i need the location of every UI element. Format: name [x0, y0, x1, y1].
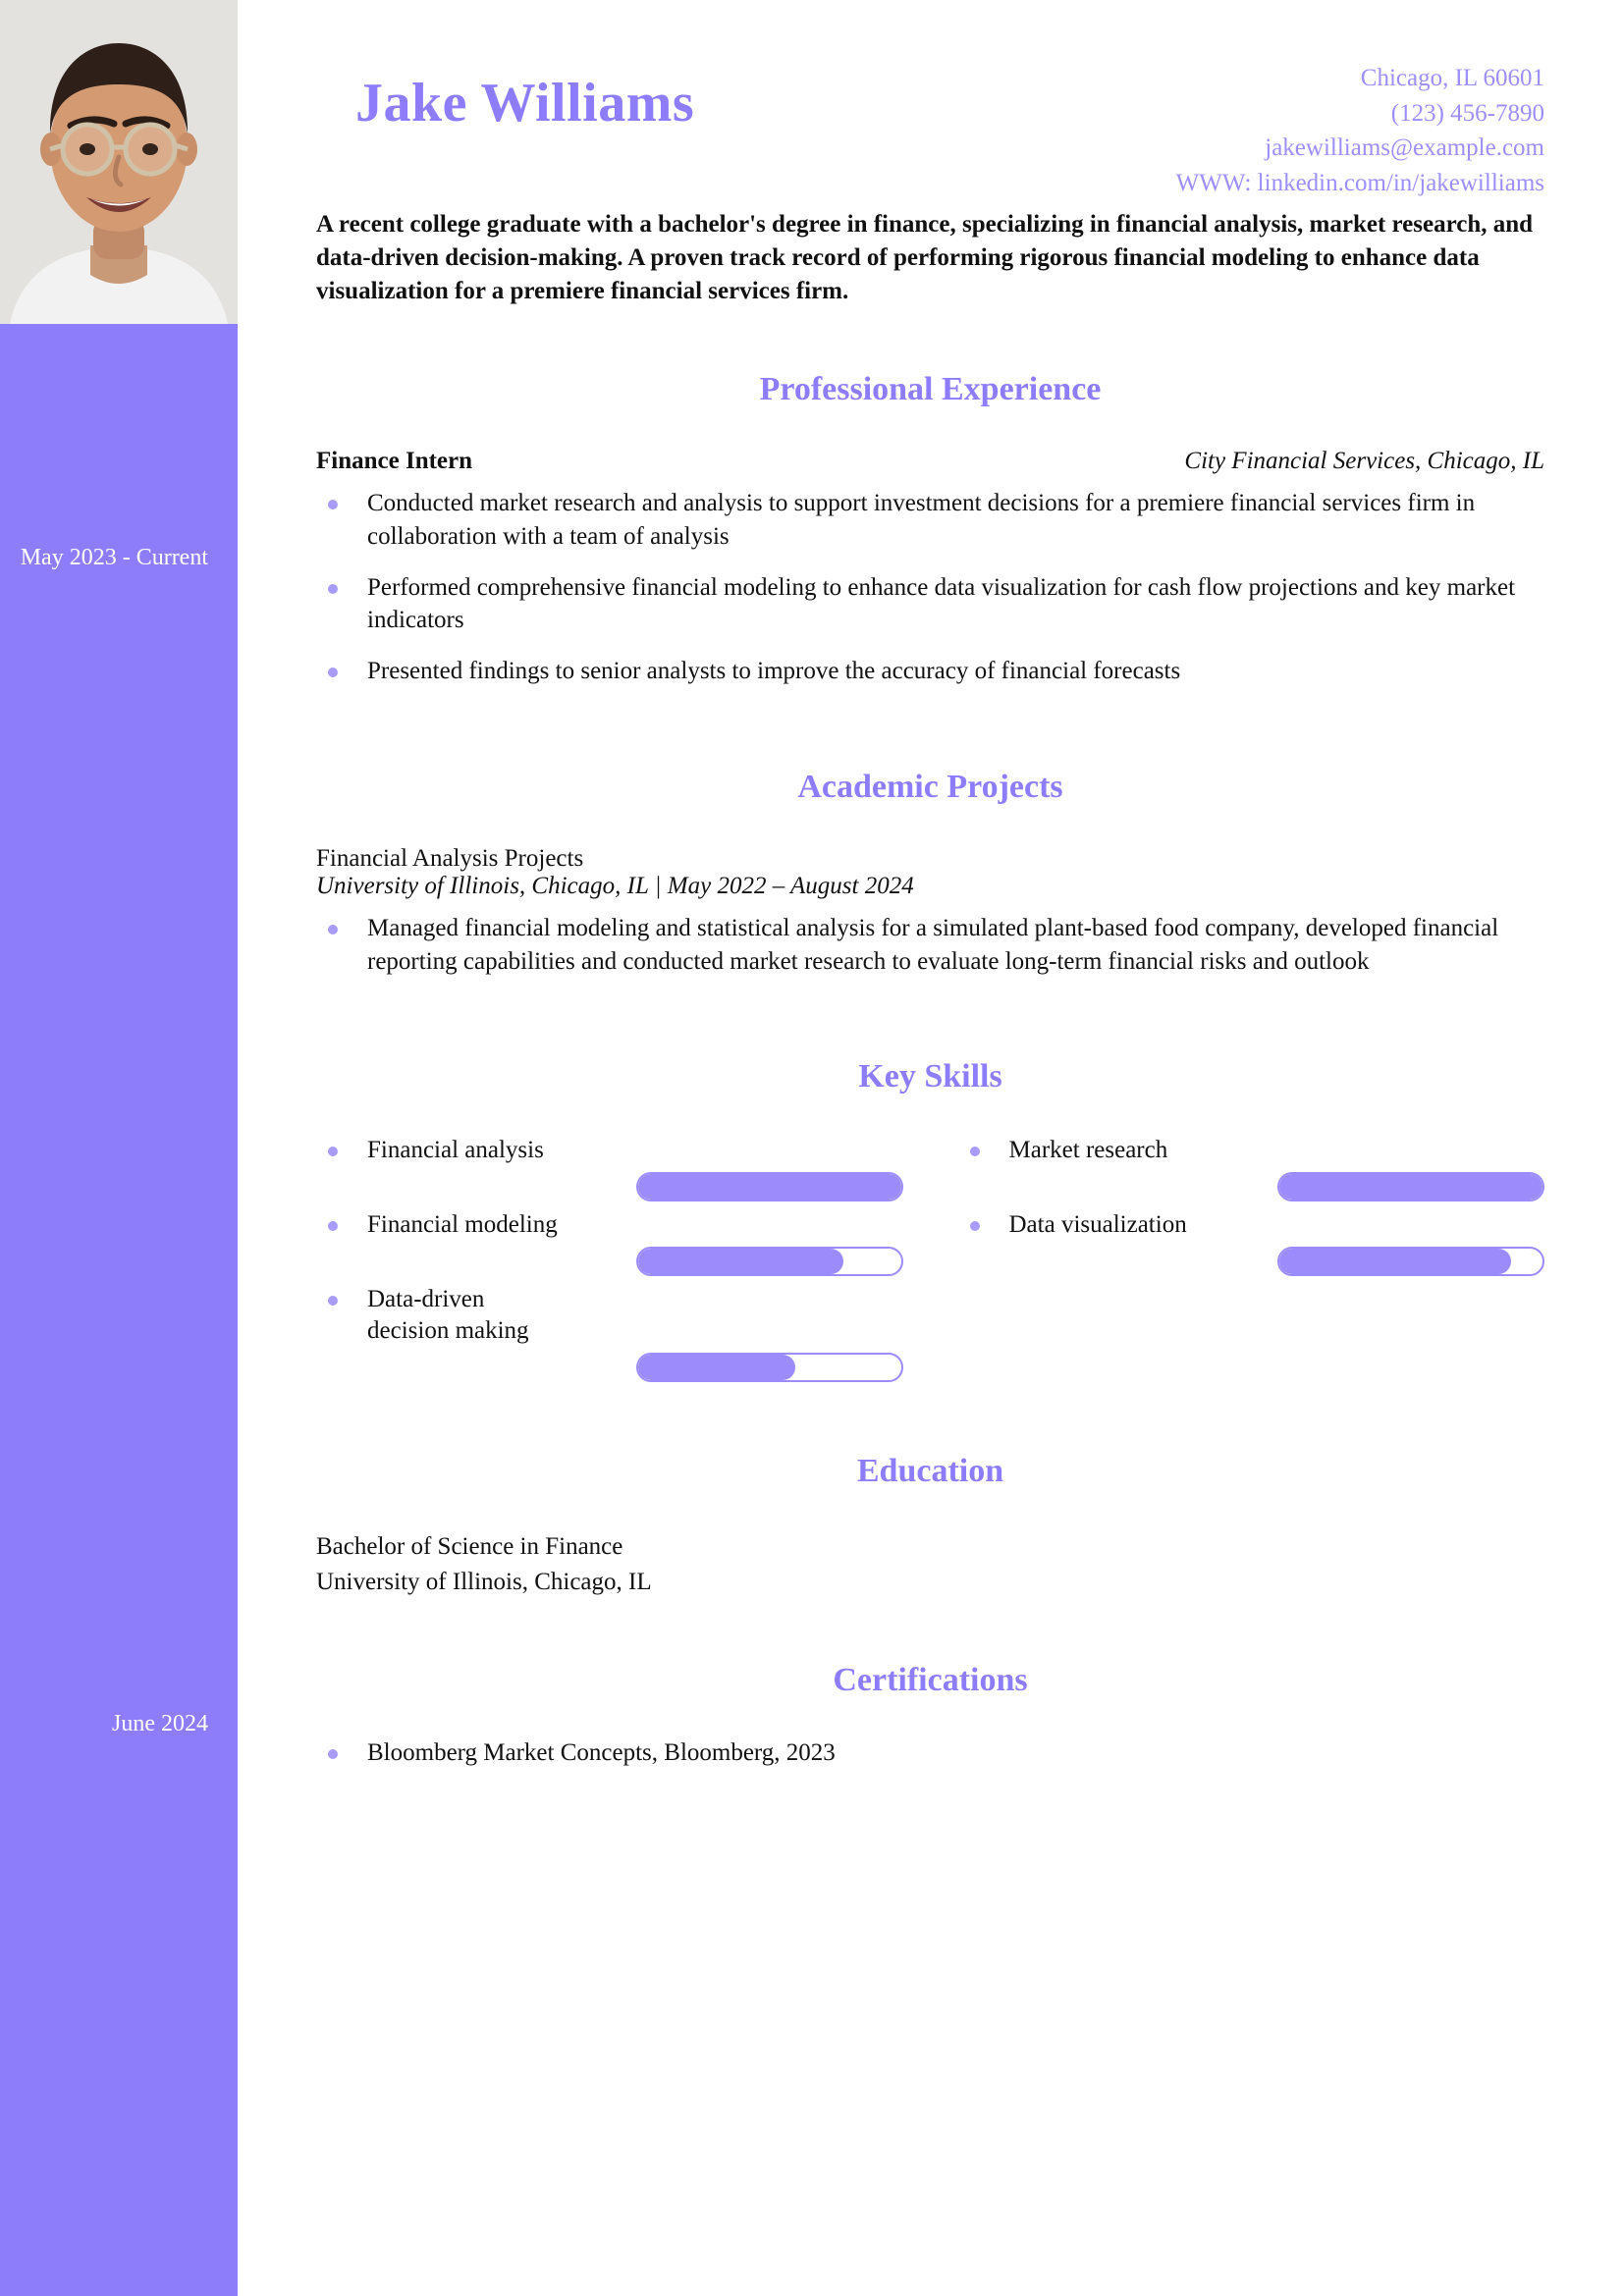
skill-level-bar — [635, 1353, 903, 1383]
job-title: Finance Intern — [316, 448, 473, 474]
list-item: Performed comprehensive financial modeli… — [316, 571, 1544, 638]
portrait-illustration — [0, 0, 238, 324]
skill-item: Data-driven decision making — [316, 1284, 903, 1383]
list-item: Conducted market research and analysis t… — [316, 487, 1544, 554]
resume-header: Jake Williams Chicago, IL 60601 (123) 45… — [316, 0, 1544, 206]
education-date: June 2024 — [112, 1711, 208, 1736]
skill-label: Data-driven decision making — [316, 1284, 571, 1347]
skill-label: Financial analysis — [316, 1135, 571, 1166]
section-title-key-skills: Key Skills — [858, 1058, 1002, 1095]
contact-phone[interactable]: (123) 456-7890 — [1176, 96, 1544, 132]
skill-level-fill — [1279, 1249, 1511, 1275]
job-company: City Financial Services, Chicago, IL — [1184, 448, 1544, 474]
sidebar-accent-bar — [0, 0, 238, 2296]
list-item: Bloomberg Market Concepts, Bloomberg, 20… — [316, 1736, 1544, 1770]
education-school: University of Illinois, Chicago, IL — [316, 1568, 652, 1595]
skill-item: Market research — [958, 1135, 1544, 1202]
skill-label: Market research — [958, 1135, 1214, 1166]
page-title: Jake Williams — [355, 73, 695, 133]
project-name: Financial Analysis Projects — [316, 844, 584, 872]
section-title-certifications: Certifications — [833, 1662, 1028, 1699]
skills-grid: Financial analysis Market research Finan… — [316, 1135, 1544, 1390]
profile-photo — [0, 0, 238, 324]
contact-email[interactable]: jakewilliams@example.com — [1176, 131, 1544, 166]
list-item: Managed financial modeling and statistic… — [316, 912, 1544, 979]
skill-item: Data visualization — [958, 1209, 1544, 1277]
section-title-experience: Professional Experience — [759, 371, 1102, 407]
contact-website[interactable]: WWW: linkedin.com/in/jakewilliams — [1176, 166, 1544, 201]
skill-level-bar — [635, 1172, 903, 1202]
academic-bullets: Managed financial modeling and statistic… — [316, 912, 1544, 979]
experience-entry-header: Finance Intern City Financial Services, … — [316, 448, 1544, 475]
skill-level-bar — [635, 1247, 903, 1277]
skill-level-bar — [1277, 1172, 1544, 1202]
experience-date: May 2023 - Current — [20, 545, 208, 570]
contact-location: Chicago, IL 60601 — [1360, 65, 1544, 91]
skill-level-fill — [637, 1249, 843, 1275]
skill-level-fill — [1279, 1174, 1542, 1201]
skill-label: Data visualization — [958, 1209, 1214, 1241]
list-item: Presented findings to senior analysts to… — [316, 655, 1544, 688]
education-degree: Bachelor of Science in Finance — [316, 1533, 623, 1561]
experience-bullets: Conducted market research and analysis t… — [316, 487, 1544, 688]
resume-main-column: Jake Williams Chicago, IL 60601 (123) 45… — [238, 0, 1623, 2296]
professional-summary: A recent college graduate with a bachelo… — [316, 211, 1534, 304]
certification-bullets: Bloomberg Market Concepts, Bloomberg, 20… — [316, 1736, 1544, 1770]
skill-level-bar — [1277, 1247, 1544, 1277]
section-title-academic-projects: Academic Projects — [797, 768, 1063, 805]
skill-item: Financial analysis — [316, 1135, 903, 1202]
skill-level-fill — [637, 1355, 796, 1381]
skill-label: Financial modeling — [316, 1209, 571, 1241]
skill-level-fill — [637, 1174, 901, 1201]
section-title-education: Education — [856, 1453, 1004, 1490]
skill-item: Financial modeling — [316, 1209, 903, 1277]
project-meta: University of Illinois, Chicago, IL | Ma… — [316, 872, 914, 899]
contact-block: Chicago, IL 60601 (123) 456-7890 jakewil… — [1176, 61, 1544, 200]
